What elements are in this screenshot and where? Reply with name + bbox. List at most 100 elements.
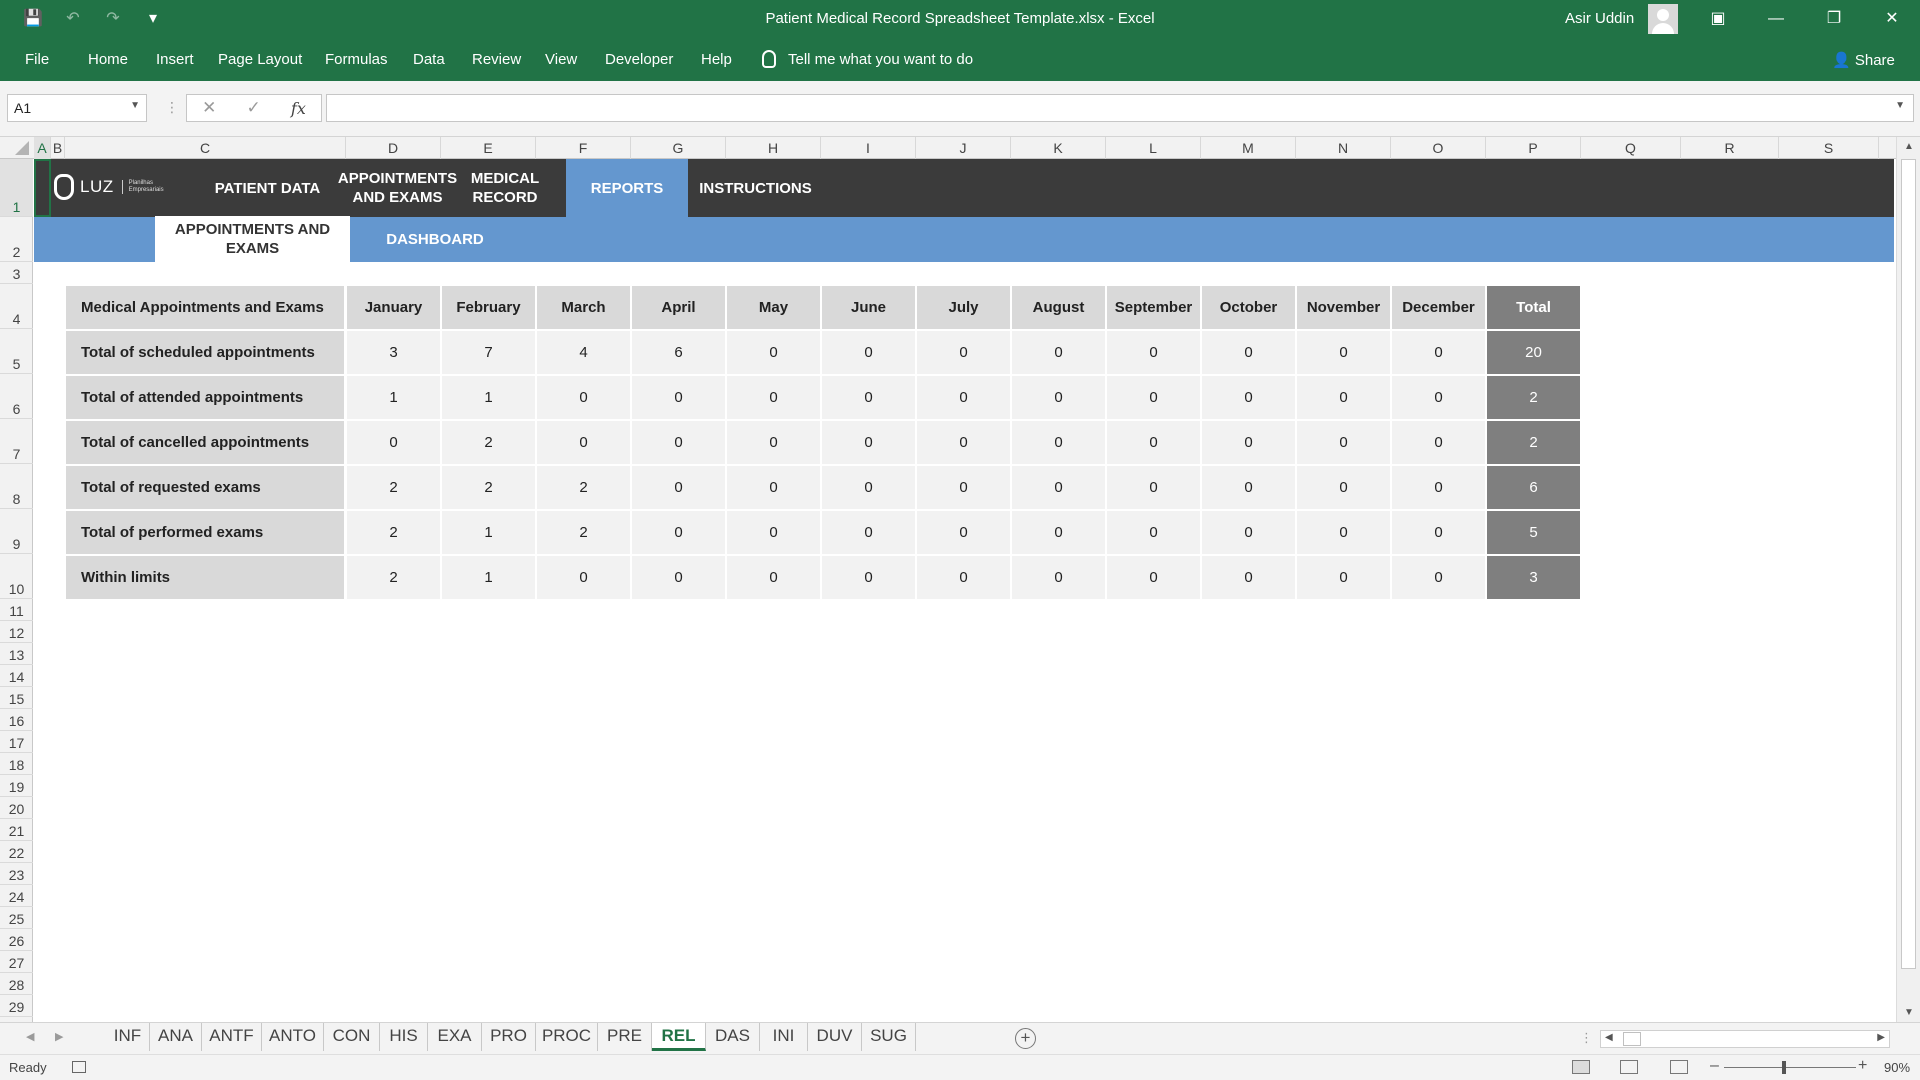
column-header[interactable]: K [1011,137,1106,159]
row-header[interactable]: 27 [0,951,33,973]
chevron-down-icon[interactable]: ▼ [130,100,140,111]
row-header[interactable]: 15 [0,687,33,709]
value-cell[interactable]: 2 [347,511,440,554]
value-cell[interactable]: 4 [537,331,630,374]
value-cell[interactable]: 2 [442,466,535,509]
value-cell[interactable]: 0 [822,421,915,464]
month-header-cell[interactable]: June [822,286,915,329]
value-cell[interactable]: 0 [822,511,915,554]
value-cell[interactable]: 0 [632,421,725,464]
column-header[interactable]: C [65,137,346,159]
row-header[interactable]: 23 [0,863,33,885]
tab-insert[interactable]: Insert [156,51,194,68]
scroll-up-icon[interactable]: ▲ [1897,141,1920,152]
sheet-tab-pre[interactable]: PRE [598,1023,652,1051]
value-cell[interactable]: 0 [917,511,1010,554]
column-header[interactable]: P [1486,137,1581,159]
month-header-cell[interactable]: November [1297,286,1390,329]
value-cell[interactable]: 0 [727,466,820,509]
sheet-tab-rel[interactable]: REL [652,1023,706,1051]
value-cell[interactable]: 0 [1392,511,1485,554]
month-header-cell[interactable]: May [727,286,820,329]
close-icon[interactable]: ✕ [1864,0,1920,38]
month-header-cell[interactable]: January [347,286,440,329]
normal-view-icon[interactable] [1572,1060,1590,1074]
value-cell[interactable]: 2 [537,466,630,509]
value-cell[interactable]: 0 [1202,376,1295,419]
value-cell[interactable]: 0 [917,376,1010,419]
column-header[interactable]: E [441,137,536,159]
row-header[interactable]: 18 [0,753,33,775]
value-cell[interactable]: 0 [632,556,725,599]
hscroll-thumb[interactable] [1623,1032,1641,1046]
minimize-icon[interactable]: — [1748,0,1804,38]
row-label-cell[interactable]: Within limits [66,556,344,599]
column-header[interactable]: G [631,137,726,159]
value-cell[interactable]: 1 [347,376,440,419]
row-header[interactable]: 1 [0,159,33,217]
sheet-tab-sug[interactable]: SUG [862,1023,916,1051]
row-header[interactable]: 17 [0,731,33,753]
cancel-icon[interactable]: ✕ [202,98,216,118]
nav-appointments-and-exams[interactable]: APPOINTMENTS AND EXAMS [335,159,460,217]
row-header[interactable]: 2 [0,217,33,262]
value-cell[interactable]: 0 [1392,331,1485,374]
sheet-tab-anto[interactable]: ANTO [262,1023,324,1051]
row-header[interactable]: 6 [0,374,33,419]
value-cell[interactable]: 0 [1107,331,1200,374]
row-header[interactable]: 7 [0,419,33,464]
column-header[interactable]: H [726,137,821,159]
value-cell[interactable]: 0 [1202,556,1295,599]
zoom-slider[interactable] [1724,1067,1856,1068]
column-header[interactable]: M [1201,137,1296,159]
value-cell[interactable]: 0 [1297,466,1390,509]
sheet-tab-das[interactable]: DAS [706,1023,760,1051]
value-cell[interactable]: 0 [1392,376,1485,419]
row-header[interactable]: 20 [0,797,33,819]
value-cell[interactable]: 0 [1392,421,1485,464]
macro-recording-icon[interactable] [72,1061,86,1073]
column-header[interactable]: N [1296,137,1391,159]
total-cell[interactable]: 6 [1487,466,1580,509]
value-cell[interactable]: 0 [1202,511,1295,554]
horizontal-scrollbar[interactable]: ◀ ▶ [1600,1030,1890,1048]
value-cell[interactable]: 0 [727,421,820,464]
column-header[interactable]: J [916,137,1011,159]
value-cell[interactable]: 2 [537,511,630,554]
sheet-tab-his[interactable]: HIS [380,1023,428,1051]
tab-view[interactable]: View [545,51,577,68]
formula-input[interactable]: ▼ [326,94,1914,122]
value-cell[interactable]: 0 [1012,556,1105,599]
row-header[interactable]: 14 [0,665,33,687]
value-cell[interactable]: 0 [537,376,630,419]
nav-patient-data[interactable]: PATIENT DATA [200,159,335,217]
sheet-tab-inf[interactable]: INF [106,1023,150,1051]
value-cell[interactable]: 0 [822,376,915,419]
total-cell[interactable]: 3 [1487,556,1580,599]
subnav-dashboard[interactable]: DASHBOARD [355,217,515,262]
sheet-tab-antf[interactable]: ANTF [202,1023,262,1051]
sheet-tab-duv[interactable]: DUV [808,1023,862,1051]
column-header[interactable]: S [1779,137,1879,159]
column-header[interactable]: F [536,137,631,159]
column-header[interactable]: L [1106,137,1201,159]
month-header-cell[interactable]: September [1107,286,1200,329]
ribbon-display-options-icon[interactable]: ▣ [1690,0,1746,38]
value-cell[interactable]: 0 [727,376,820,419]
row-header[interactable]: 16 [0,709,33,731]
value-cell[interactable]: 0 [1012,331,1105,374]
value-cell[interactable]: 0 [1297,331,1390,374]
zoom-slider-thumb[interactable] [1782,1061,1786,1074]
value-cell[interactable]: 0 [822,556,915,599]
row-header[interactable]: 29 [0,995,33,1017]
avatar[interactable] [1648,4,1678,34]
column-header[interactable]: I [821,137,916,159]
row-header[interactable]: 19 [0,775,33,797]
value-cell[interactable]: 2 [442,421,535,464]
value-cell[interactable]: 0 [1297,376,1390,419]
insert-function-icon[interactable]: fx [291,99,306,118]
month-header-cell[interactable]: March [537,286,630,329]
tab-file[interactable]: File [25,51,49,68]
value-cell[interactable]: 0 [1012,376,1105,419]
tab-page-layout[interactable]: Page Layout [218,51,302,68]
